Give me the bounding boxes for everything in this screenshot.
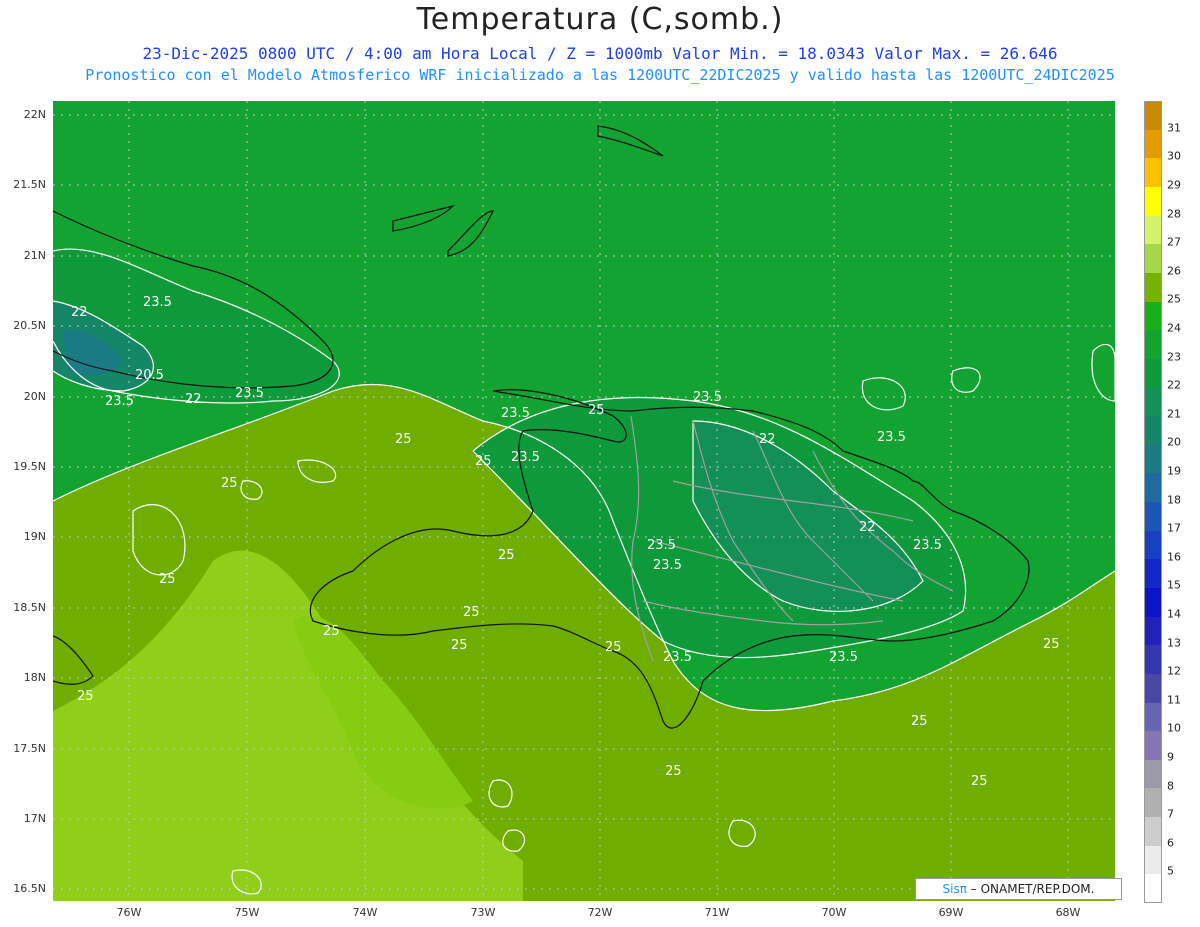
lat-label: 18.5N [13,601,46,614]
lat-label: 20.5N [13,319,46,332]
contour-label: 22 [759,432,776,447]
colorbar-label: 31 [1167,121,1181,135]
colorbar-label: 18 [1167,493,1181,507]
colorbar-label: 23 [1167,350,1181,364]
colorbar-label: 10 [1167,721,1181,735]
colorbar-label: 5 [1167,864,1174,878]
colorbar-label: 13 [1167,636,1181,650]
contour-label: 20.5 [135,368,164,383]
contour-label: 25 [475,454,492,469]
colorbar-label: 6 [1167,836,1174,850]
lat-label: 17N [23,812,46,825]
credit-text: – ONAMET/REP.DOM. [966,882,1095,896]
contour-label: 25 [605,640,622,655]
lon-label: 70W [821,906,847,919]
contour-label: 23.5 [511,450,540,465]
map-title: Temperatura (C,somb.) [416,2,784,37]
contour-label: 25 [221,476,238,491]
contour-label: 22 [71,305,88,320]
lon-label: 74W [352,906,378,919]
contour-label: 25 [971,774,988,789]
contour-label: 25 [463,605,480,620]
contour-label: 23.5 [501,406,530,421]
colorbar-label: 19 [1167,464,1181,478]
lat-label: 19N [23,530,46,543]
colorbar-border [1144,101,1162,903]
contour-label: 25 [665,764,682,779]
contour-label: 23.5 [829,650,858,665]
lon-label: 73W [470,906,496,919]
colorbar-label: 20 [1167,435,1181,449]
colorbar [1144,101,1162,904]
colorbar-label: 25 [1167,292,1181,306]
lat-label: 21.5N [13,178,46,191]
contour-label: 23.5 [235,386,264,401]
contour-label: 22 [859,520,876,535]
lat-label: 18N [23,671,46,684]
contour-label: 25 [911,714,928,729]
colorbar-label: 21 [1167,407,1181,421]
colorbar-label: 12 [1167,664,1181,678]
colorbar-label: 11 [1167,693,1181,707]
contour-label: 23.5 [693,390,722,405]
credit-brand: Sisπ [942,882,967,896]
colorbar-label: 30 [1167,149,1181,163]
contour-label: 25 [159,572,176,587]
colorbar-label: 22 [1167,378,1181,392]
contour-label: 23.5 [143,295,172,310]
colorbar-label: 14 [1167,607,1181,621]
lon-label: 71W [704,906,730,919]
colorbar-label: 28 [1167,207,1181,221]
contour-label: 25 [498,548,515,563]
colorbar-label: 9 [1167,750,1174,764]
lat-label: 16.5N [13,882,46,895]
contour-label: 25 [451,638,468,653]
colorbar-label: 7 [1167,807,1174,821]
contour-label: 25 [588,403,605,418]
contour-label: 23.5 [913,538,942,553]
lat-label: 21N [23,249,46,262]
lon-label: 72W [587,906,613,919]
contour-label: 23.5 [663,650,692,665]
colorbar-label: 29 [1167,178,1181,192]
lon-label: 68W [1055,906,1081,919]
contour-label: 22 [185,392,202,407]
colorbar-label: 26 [1167,264,1181,278]
temperature-map[interactable]: 22 23.5 20.5 23.5 22 23.5 25 25 25 23.5 … [53,101,1115,901]
credit-box: Sisπ – ONAMET/REP.DOM. [915,878,1122,900]
lon-label: 75W [234,906,260,919]
contour-label: 23.5 [105,394,134,409]
lon-label: 69W [938,906,964,919]
contour-label: 23.5 [653,558,682,573]
colorbar-label: 8 [1167,779,1174,793]
lat-label: 22N [23,108,46,121]
lat-label: 17.5N [13,742,46,755]
contour-label: 25 [1043,637,1060,652]
colorbar-label: 16 [1167,550,1181,564]
contour-label: 25 [77,689,94,704]
colorbar-label: 27 [1167,235,1181,249]
lon-label: 76W [116,906,142,919]
colorbar-label: 17 [1167,521,1181,535]
temperature-map-svg: 22 23.5 20.5 23.5 22 23.5 25 25 25 23.5 … [53,101,1115,901]
lat-label: 20N [23,390,46,403]
colorbar-label: 24 [1167,321,1181,335]
contour-label: 23.5 [877,430,906,445]
contour-label: 23.5 [647,538,676,553]
forecast-info-line: 23-Dic-2025 0800 UTC / 4:00 am Hora Loca… [142,44,1058,63]
lat-label: 19.5N [13,460,46,473]
contour-label: 25 [323,624,340,639]
contour-label: 25 [395,432,412,447]
model-info-line: Pronostico con el Modelo Atmosferico WRF… [85,66,1115,84]
colorbar-label: 15 [1167,578,1181,592]
